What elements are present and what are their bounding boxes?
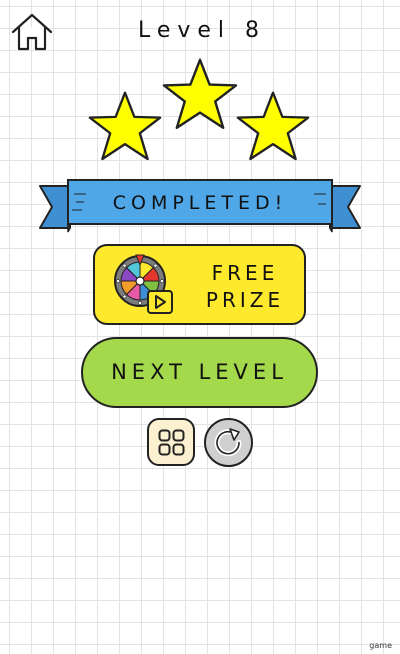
star-icon-middle: [162, 58, 238, 129]
free-prize-button[interactable]: FREE PRIZE: [93, 244, 306, 325]
free-prize-label: FREE PRIZE: [191, 260, 299, 314]
grid-icon: [158, 429, 185, 456]
star-icon-right: [236, 91, 310, 161]
free-prize-label-line2: PRIZE: [205, 288, 285, 312]
restart-icon: [214, 428, 242, 457]
completed-label: COMPLETED!: [112, 192, 288, 214]
level-title: Level 8: [137, 18, 267, 43]
watermark-label: game: [369, 641, 392, 650]
star-icon-left: [88, 91, 162, 161]
prize-wheel-video-icon: [114, 254, 173, 314]
free-prize-label-line1: FREE: [211, 261, 279, 285]
next-level-button[interactable]: NEXT LEVEL: [81, 337, 318, 408]
level-select-button[interactable]: [147, 418, 195, 466]
restart-button[interactable]: [204, 418, 253, 467]
